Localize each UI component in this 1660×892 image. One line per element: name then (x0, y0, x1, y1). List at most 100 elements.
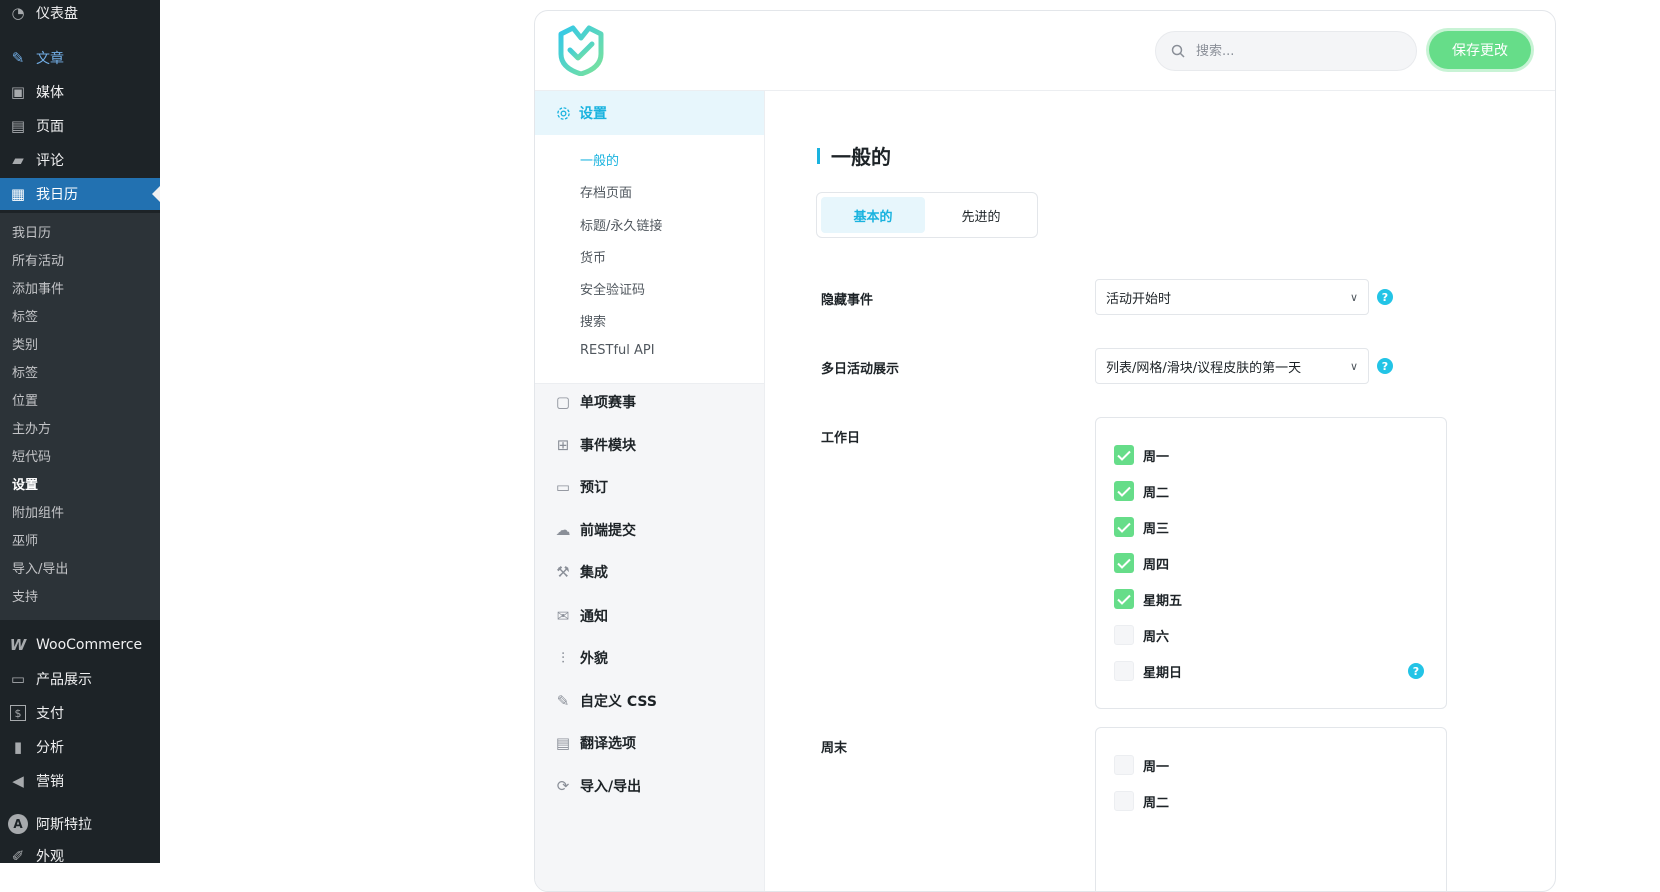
weekend-label: 周末 (821, 741, 848, 756)
wp-menu-payments[interactable]: $ 支付 (0, 697, 160, 729)
wp-submenu-item[interactable]: 标签 (12, 362, 38, 381)
tab-basic[interactable]: 基本的 (821, 197, 925, 233)
woocommerce-icon: W (9, 636, 27, 654)
pin-icon: ✎ (11, 49, 25, 67)
panel-topbar: 保存更改 (535, 11, 1555, 91)
checkbox-checked[interactable] (1114, 589, 1134, 609)
title-accent-bar (817, 147, 820, 164)
wp-menu-astra[interactable]: A 阿斯特拉 (0, 808, 160, 840)
nav-frontend-submission[interactable]: ☁ 前端提交 (535, 510, 764, 550)
wp-menu-woocommerce[interactable]: W WooCommerce (0, 629, 160, 661)
wp-admin-sidebar: ◔ 仪表盘 ✎ 文章 ▣ 媒体 ▤ 页面 ▰ 评论 ▦ 我日历 我日历 所有活动… (0, 0, 160, 863)
wp-menu-my-calendar[interactable]: ▦ 我日历 (0, 178, 160, 210)
checkbox-unchecked[interactable] (1114, 755, 1134, 775)
nav-appearance[interactable]: ⫶ 外貌 (535, 638, 764, 678)
wp-menu-products[interactable]: ▭ 产品展示 (0, 663, 160, 695)
nav-custom-css[interactable]: ✎ 自定义 CSS (535, 681, 764, 721)
checkbox-unchecked[interactable] (1114, 625, 1134, 645)
weekday-checkbox-row[interactable]: 星期日 (1114, 660, 1182, 682)
weekday-checkbox-row[interactable]: 周四 (1114, 552, 1169, 574)
wp-menu-label: 外观 (36, 849, 64, 863)
astra-icon: A (8, 814, 28, 834)
wp-menu-label: 仪表盘 (36, 6, 78, 22)
wp-submenu-item[interactable]: 导入/导出 (12, 558, 68, 577)
wp-submenu-item[interactable]: 主办方 (12, 418, 51, 437)
wp-submenu-item[interactable]: 所有活动 (12, 250, 64, 269)
weekday-checkbox-row[interactable]: 周六 (1114, 624, 1169, 646)
weekday-checkbox-row[interactable]: 星期五 (1114, 588, 1182, 610)
nav-booking[interactable]: ▭ 预订 (535, 467, 764, 507)
wp-menu-comments[interactable]: ▰ 评论 (0, 144, 160, 176)
hide-events-label: 隐藏事件 (821, 293, 874, 308)
wp-submenu-item[interactable]: 我日历 (12, 222, 51, 241)
search-input[interactable] (1194, 42, 1388, 60)
weekday-checkbox-row[interactable]: 周一 (1114, 444, 1169, 466)
chevron-down-icon: ∨ (1349, 359, 1358, 373)
multiday-display-select[interactable]: 列表/网格/滑块/议程皮肤的第一天 ∨ (1095, 348, 1369, 384)
subnav-slugs-permalinks[interactable]: 标题/永久链接 (580, 215, 662, 234)
multiday-display-label: 多日活动展示 (821, 362, 900, 377)
pencil-icon: ✎ (556, 692, 570, 710)
nav-integrations[interactable]: ⚒ 集成 (535, 552, 764, 592)
wp-submenu-item[interactable]: 添加事件 (12, 278, 64, 297)
checkbox-label: 星期五 (1143, 593, 1183, 609)
help-icon[interactable]: ? (1377, 358, 1393, 374)
wp-submenu-item[interactable]: 类别 (12, 334, 38, 353)
weekdays-checkbox-group: 周一 周二 周三 周四 星期五 周六 星期日 ? (1095, 417, 1447, 709)
weekend-checkbox-row[interactable]: 周一 (1114, 754, 1169, 776)
wp-submenu-item[interactable]: 支持 (12, 586, 38, 605)
wp-menu-posts[interactable]: ✎ 文章 (0, 42, 160, 74)
wp-menu-analytics[interactable]: ▮ 分析 (0, 731, 160, 763)
wp-submenu-item[interactable]: 附加组件 (12, 502, 64, 521)
nav-import-export[interactable]: ⟳ 导入/导出 (535, 766, 764, 806)
weekday-checkbox-row[interactable]: 周三 (1114, 516, 1169, 538)
wp-menu-media[interactable]: ▣ 媒体 (0, 76, 160, 108)
tab-advanced[interactable]: 先进的 (929, 197, 1033, 233)
nav-translation-options[interactable]: ▤ 翻译选项 (535, 723, 764, 763)
checkbox-unchecked[interactable] (1114, 791, 1134, 811)
wp-menu-dashboard[interactable]: ◔ 仪表盘 (0, 0, 160, 29)
checkbox-label: 周二 (1143, 485, 1170, 501)
nav-label: 预订 (580, 480, 608, 496)
wp-submenu-item[interactable]: 巫师 (12, 530, 38, 549)
wp-submenu-item-current[interactable]: 设置 (12, 474, 38, 493)
nav-single-event[interactable]: ▢ 单项赛事 (535, 382, 764, 422)
weekday-checkbox-row[interactable]: 周二 (1114, 480, 1169, 502)
section-title-text: 一般的 (831, 145, 891, 169)
search-bar[interactable] (1155, 31, 1417, 71)
checkbox-checked[interactable] (1114, 445, 1134, 465)
subnav-restful-api[interactable]: RESTful API (580, 343, 655, 358)
nav-event-modules[interactable]: ⊞ 事件模块 (535, 425, 764, 465)
weekend-checkbox-row[interactable]: 周二 (1114, 790, 1169, 812)
comment-icon: ▰ (12, 151, 24, 169)
checkbox-unchecked[interactable] (1114, 661, 1134, 681)
wp-submenu-item[interactable]: 标签 (12, 306, 38, 325)
wp-menu-label: WooCommerce (36, 637, 143, 653)
payment-icon: $ (10, 705, 26, 721)
nav-settings[interactable]: 设置 (535, 91, 764, 135)
subnav-search[interactable]: 搜索 (580, 311, 606, 330)
plugin-logo-icon (558, 25, 604, 76)
hide-events-select[interactable]: 活动开始时 ∨ (1095, 279, 1369, 315)
help-icon[interactable]: ? (1377, 289, 1393, 305)
nav-notifications[interactable]: ✉ 通知 (535, 596, 764, 636)
envelope-icon: ✉ (556, 607, 570, 625)
wp-menu-pages[interactable]: ▤ 页面 (0, 110, 160, 142)
subnav-currency[interactable]: 货币 (580, 247, 606, 266)
wp-menu-appearance[interactable]: ✐ 外观 (0, 840, 160, 863)
save-changes-button[interactable]: 保存更改 (1429, 31, 1531, 69)
settings-tabs: 基本的 先进的 (816, 192, 1038, 238)
help-icon[interactable]: ? (1408, 663, 1424, 679)
subnav-archive-pages[interactable]: 存档页面 (580, 182, 632, 201)
subnav-captcha[interactable]: 安全验证码 (580, 279, 645, 298)
checkbox-checked[interactable] (1114, 553, 1134, 573)
checkbox-checked[interactable] (1114, 517, 1134, 537)
wp-submenu-item[interactable]: 短代码 (12, 446, 51, 465)
subnav-general[interactable]: 一般的 (580, 150, 619, 169)
section-title: 一般的 (817, 141, 891, 170)
wp-submenu-item[interactable]: 位置 (12, 390, 38, 409)
wp-menu-marketing[interactable]: ◀ 营销 (0, 765, 160, 797)
weekend-checkbox-group: 周一 周二 (1095, 727, 1447, 891)
checkbox-checked[interactable] (1114, 481, 1134, 501)
cloud-upload-icon: ☁ (555, 521, 571, 539)
